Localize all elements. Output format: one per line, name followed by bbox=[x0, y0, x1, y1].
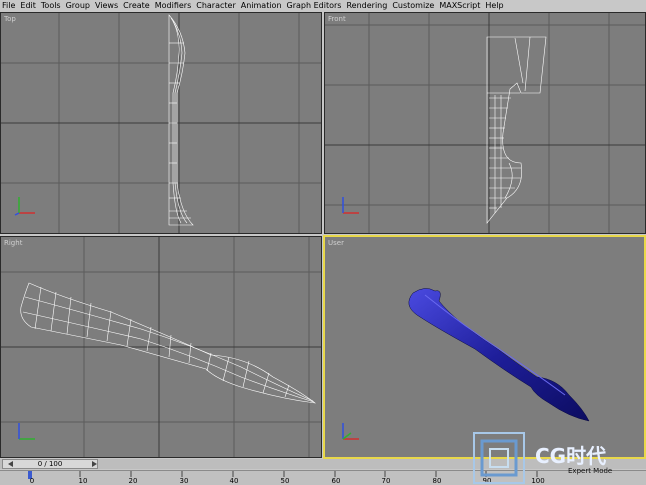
menu-graph-editors[interactable]: Graph Editors bbox=[287, 0, 342, 11]
viewport-user[interactable]: User bbox=[323, 235, 646, 459]
prev-frame-icon[interactable] bbox=[8, 461, 13, 467]
menu-tools[interactable]: Tools bbox=[41, 0, 61, 11]
menu-bar: File Edit Tools Group Views Create Modif… bbox=[0, 0, 646, 11]
viewport-grid bbox=[325, 13, 645, 233]
tick-label: 30 bbox=[179, 477, 189, 485]
menu-maxscript[interactable]: MAXScript bbox=[439, 0, 480, 11]
viewport-grid bbox=[1, 13, 321, 233]
wireframe-model-front bbox=[486, 36, 547, 224]
tick-label: 80 bbox=[432, 477, 442, 485]
axis-tripod-icon bbox=[14, 197, 35, 216]
tick-label: 50 bbox=[280, 477, 290, 485]
viewport-label-right[interactable]: Right bbox=[4, 239, 22, 247]
menu-views[interactable]: Views bbox=[95, 0, 118, 11]
viewport-top[interactable]: Top bbox=[0, 12, 322, 234]
tick-label: 70 bbox=[381, 477, 391, 485]
viewport-label-top[interactable]: Top bbox=[4, 15, 16, 23]
viewport-label-user[interactable]: User bbox=[328, 239, 344, 247]
tick-label: 0 bbox=[29, 477, 35, 485]
menu-create[interactable]: Create bbox=[123, 0, 150, 11]
menu-customize[interactable]: Customize bbox=[392, 0, 434, 11]
tick-label: 10 bbox=[78, 477, 88, 485]
next-frame-icon[interactable] bbox=[92, 461, 97, 467]
tick-label: 20 bbox=[128, 477, 138, 485]
menu-animation[interactable]: Animation bbox=[241, 0, 282, 11]
viewport-label-front[interactable]: Front bbox=[328, 15, 346, 23]
viewport-grid bbox=[1, 237, 321, 457]
shaded-model-user bbox=[408, 288, 590, 422]
tick-label: 40 bbox=[229, 477, 239, 485]
axis-tripod-icon bbox=[342, 423, 359, 440]
menu-help[interactable]: Help bbox=[485, 0, 503, 11]
tick-label: 60 bbox=[331, 477, 341, 485]
menu-edit[interactable]: Edit bbox=[20, 0, 36, 11]
menu-rendering[interactable]: Rendering bbox=[346, 0, 387, 11]
menu-group[interactable]: Group bbox=[66, 0, 90, 11]
viewport-right[interactable]: Right bbox=[0, 236, 322, 458]
wireframe-model-right bbox=[20, 282, 317, 404]
watermark-text: CG时代 bbox=[535, 444, 607, 468]
menu-character[interactable]: Character bbox=[196, 0, 236, 11]
wireframe-model-top bbox=[168, 14, 194, 226]
viewport-front[interactable]: Front bbox=[324, 12, 646, 234]
frame-counter[interactable]: 0 / 100 bbox=[2, 459, 98, 469]
status-mode-text: Expert Mode bbox=[568, 467, 613, 475]
menu-file[interactable]: File bbox=[2, 0, 15, 11]
axis-tripod-icon bbox=[342, 197, 359, 214]
menu-modifiers[interactable]: Modifiers bbox=[155, 0, 192, 11]
axis-tripod-icon bbox=[18, 423, 35, 440]
